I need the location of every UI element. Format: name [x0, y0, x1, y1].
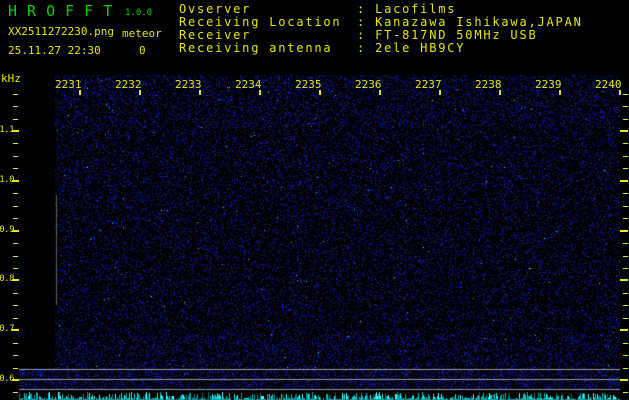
y-axis-minor-tick-right — [623, 168, 628, 169]
y-axis-minor-tick-right — [623, 343, 628, 344]
y-axis-minor-tick-right — [623, 293, 628, 294]
y-axis-major-tick-right — [620, 130, 628, 132]
y-axis-minor-tick-right — [623, 268, 628, 269]
x-axis-tick-label: 2235 — [295, 78, 322, 91]
y-axis-minor-tick — [13, 392, 18, 393]
info-value: 2ele HB9CY — [375, 41, 466, 55]
timestamp: 25.11.27 22:30 — [8, 44, 101, 57]
y-axis-minor-tick — [13, 119, 18, 120]
y-axis-major-tick — [12, 279, 19, 281]
x-axis-tick-label: 2233 — [175, 78, 202, 91]
y-axis-major-tick — [12, 230, 19, 232]
output-filename: XX2511272230.png — [8, 25, 114, 38]
y-axis-minor-tick-right — [623, 355, 628, 356]
y-axis-minor-tick — [13, 343, 18, 344]
spectrogram-canvas — [0, 70, 629, 400]
y-axis-major-tick-right — [620, 180, 628, 182]
y-axis-minor-tick-right — [623, 305, 628, 306]
station-info-block: Ovserver: Lacofilms Receiving Location: K… — [179, 3, 583, 55]
y-axis-minor-tick-right — [623, 243, 628, 244]
meteor-count: 0 — [139, 44, 146, 57]
y-axis-unit-label: kHz — [1, 72, 21, 85]
y-axis-major-tick-right — [620, 329, 628, 331]
x-axis-tick-label: 2234 — [235, 78, 262, 91]
app-title: H R O F F T — [8, 2, 113, 20]
y-axis-major-tick — [12, 180, 19, 182]
y-axis-minor-tick — [13, 94, 18, 95]
y-axis-major-tick-right — [620, 379, 628, 381]
y-axis-minor-tick — [13, 206, 18, 207]
y-axis-minor-tick — [13, 243, 18, 244]
y-axis-minor-tick — [13, 318, 18, 319]
y-axis-minor-tick — [13, 193, 18, 194]
y-axis-minor-tick — [13, 168, 18, 169]
info-separator: : — [357, 41, 376, 55]
y-axis-minor-tick-right — [623, 206, 628, 207]
y-axis-minor-tick — [13, 143, 18, 144]
y-axis-minor-tick — [13, 293, 18, 294]
y-axis-minor-tick-right — [623, 156, 628, 157]
hrofft-output-screen: H R O F F T 1.0.0 XX2511272230.png meteo… — [0, 0, 629, 400]
y-axis-minor-tick-right — [623, 318, 628, 319]
y-axis-minor-tick-right — [623, 106, 628, 107]
y-axis-minor-tick — [13, 218, 18, 219]
x-axis-tick-label: 2238 — [475, 78, 502, 91]
info-row: Receiving antenna: 2ele HB9CY — [179, 42, 583, 55]
y-axis-minor-tick — [13, 355, 18, 356]
x-axis-tick-label: 2239 — [535, 78, 562, 91]
y-axis-minor-tick-right — [623, 119, 628, 120]
y-axis-minor-tick — [13, 106, 18, 107]
y-axis-major-tick — [12, 329, 19, 331]
app-version: 1.0.0 — [125, 8, 153, 18]
y-axis-minor-tick-right — [623, 143, 628, 144]
y-axis-minor-tick-right — [623, 368, 628, 369]
x-axis-tick-label: 2236 — [355, 78, 382, 91]
y-axis-major-tick — [12, 379, 19, 381]
y-axis-minor-tick-right — [623, 218, 628, 219]
x-axis-tick-label: 2237 — [415, 78, 442, 91]
x-axis-tick-label: 2232 — [115, 78, 142, 91]
y-axis-minor-tick-right — [623, 94, 628, 95]
info-label: Receiving antenna — [179, 41, 333, 55]
x-axis-tick-label: 2240 — [595, 78, 622, 91]
y-axis-major-tick — [12, 130, 19, 132]
y-axis-major-tick-right — [620, 279, 628, 281]
y-axis-minor-tick — [13, 256, 18, 257]
y-axis-minor-tick — [13, 368, 18, 369]
y-axis-minor-tick — [13, 305, 18, 306]
y-axis-minor-tick-right — [623, 193, 628, 194]
y-axis-minor-tick-right — [623, 392, 628, 393]
x-axis-tick-label: 2231 — [55, 78, 82, 91]
mode-label: meteor — [122, 27, 162, 40]
y-axis-minor-tick — [13, 156, 18, 157]
y-axis-major-tick-right — [620, 230, 628, 232]
y-axis-minor-tick — [13, 268, 18, 269]
y-axis-minor-tick-right — [623, 256, 628, 257]
